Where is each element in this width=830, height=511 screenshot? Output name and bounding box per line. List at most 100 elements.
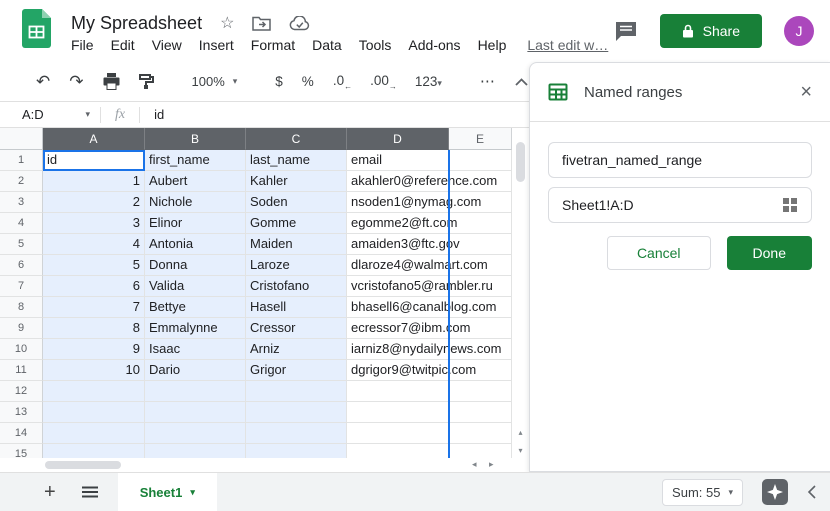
cell-D12[interactable] — [347, 381, 449, 402]
col-header-B[interactable]: B — [145, 128, 246, 150]
horizontal-scrollbar-thumb[interactable] — [45, 461, 121, 469]
row-header-10[interactable]: 10 — [0, 339, 43, 360]
cell-B14[interactable] — [145, 423, 246, 444]
select-data-range-icon[interactable] — [782, 197, 798, 213]
cell-D10[interactable]: iarniz8@nydailynews.com — [347, 339, 449, 360]
vertical-scrollbar-thumb[interactable] — [516, 142, 525, 182]
row-header-15[interactable]: 15 — [0, 444, 43, 458]
cell-E1[interactable] — [449, 150, 512, 171]
cell-D13[interactable] — [347, 402, 449, 423]
chevron-left-icon[interactable] — [807, 485, 816, 499]
row-header-13[interactable]: 13 — [0, 402, 43, 423]
print-icon[interactable] — [103, 73, 120, 90]
add-sheet-icon[interactable]: + — [44, 481, 56, 504]
scroll-right-icon[interactable]: ▸ — [489, 459, 494, 470]
format-currency-button[interactable]: $ — [275, 74, 283, 89]
redo-icon[interactable]: ↷ — [69, 73, 83, 90]
comment-icon[interactable] — [614, 21, 638, 42]
cell-A9[interactable]: 8 — [43, 318, 145, 339]
cell-C9[interactable]: Cressor — [246, 318, 347, 339]
name-box[interactable]: A:D ▾ — [0, 107, 100, 122]
cell-C3[interactable]: Soden — [246, 192, 347, 213]
cell-B6[interactable]: Donna — [145, 255, 246, 276]
menu-tools[interactable]: Tools — [359, 37, 392, 53]
row-header-6[interactable]: 6 — [0, 255, 43, 276]
cell-D11[interactable]: dgrigor9@twitpic.com — [347, 360, 449, 381]
cell-C11[interactable]: Grigor — [246, 360, 347, 381]
cell-D1[interactable]: email — [347, 150, 449, 171]
cell-E12[interactable] — [449, 381, 512, 402]
last-edit-link[interactable]: Last edit w… — [527, 37, 608, 53]
cell-B5[interactable]: Antonia — [145, 234, 246, 255]
cell-C6[interactable]: Laroze — [246, 255, 347, 276]
paint-format-icon[interactable] — [139, 73, 154, 90]
cell-B1[interactable]: first_name — [145, 150, 246, 171]
share-button[interactable]: Share — [660, 14, 762, 48]
cell-C5[interactable]: Maiden — [246, 234, 347, 255]
cell-B12[interactable] — [145, 381, 246, 402]
cell-D4[interactable]: egomme2@ft.com — [347, 213, 449, 234]
range-ref-input[interactable]: Sheet1!A:D — [548, 187, 812, 223]
row-header-11[interactable]: 11 — [0, 360, 43, 381]
cell-B4[interactable]: Elinor — [145, 213, 246, 234]
cell-B15[interactable] — [145, 444, 246, 458]
cell-C13[interactable] — [246, 402, 347, 423]
done-button[interactable]: Done — [727, 236, 812, 270]
cell-A10[interactable]: 9 — [43, 339, 145, 360]
explore-icon[interactable] — [762, 479, 788, 505]
cell-A1[interactable]: id — [43, 150, 145, 171]
move-folder-icon[interactable] — [252, 16, 271, 31]
cell-A7[interactable]: 6 — [43, 276, 145, 297]
col-header-C[interactable]: C — [246, 128, 347, 150]
row-header-9[interactable]: 9 — [0, 318, 43, 339]
row-header-1[interactable]: 1 — [0, 150, 43, 171]
cell-A5[interactable]: 4 — [43, 234, 145, 255]
menu-view[interactable]: View — [152, 37, 182, 53]
scroll-up-icon[interactable]: ▴ — [512, 428, 529, 437]
avatar[interactable]: J — [784, 16, 814, 46]
close-icon[interactable]: × — [800, 82, 812, 102]
sum-dropdown[interactable]: Sum: 55 ▾ — [662, 479, 743, 506]
sheet-tab-sheet1[interactable]: Sheet1 ▾ — [118, 473, 217, 511]
cancel-button[interactable]: Cancel — [607, 236, 711, 270]
cell-C2[interactable]: Kahler — [246, 171, 347, 192]
menu-format[interactable]: Format — [251, 37, 295, 53]
vertical-scrollbar[interactable]: ▴ ▾ — [512, 128, 529, 458]
cell-A15[interactable] — [43, 444, 145, 458]
col-header-D[interactable]: D — [347, 128, 449, 150]
cloud-saved-icon[interactable] — [289, 16, 310, 31]
cell-B3[interactable]: Nichole — [145, 192, 246, 213]
cell-B7[interactable]: Valida — [145, 276, 246, 297]
cell-E14[interactable] — [449, 423, 512, 444]
menu-edit[interactable]: Edit — [111, 37, 135, 53]
horizontal-scrollbar[interactable]: ◂ ▸ — [0, 458, 529, 472]
collapse-toolbar-icon[interactable] — [515, 78, 528, 86]
row-header-8[interactable]: 8 — [0, 297, 43, 318]
cell-B2[interactable]: Aubert — [145, 171, 246, 192]
zoom-control[interactable]: 100% ▾ — [192, 74, 238, 89]
range-name-input[interactable]: fivetran_named_range — [548, 142, 812, 178]
cell-B8[interactable]: Bettye — [145, 297, 246, 318]
cell-C15[interactable] — [246, 444, 347, 458]
cell-D2[interactable]: akahler0@reference.com — [347, 171, 449, 192]
cell-B10[interactable]: Isaac — [145, 339, 246, 360]
cell-A4[interactable]: 3 — [43, 213, 145, 234]
menu-help[interactable]: Help — [478, 37, 507, 53]
cell-D9[interactable]: ecressor7@ibm.com — [347, 318, 449, 339]
row-header-14[interactable]: 14 — [0, 423, 43, 444]
cell-C10[interactable]: Arniz — [246, 339, 347, 360]
cell-A6[interactable]: 5 — [43, 255, 145, 276]
row-header-3[interactable]: 3 — [0, 192, 43, 213]
menu-data[interactable]: Data — [312, 37, 342, 53]
format-percent-button[interactable]: % — [302, 74, 314, 89]
cell-C12[interactable] — [246, 381, 347, 402]
cell-C4[interactable]: Gomme — [246, 213, 347, 234]
row-header-2[interactable]: 2 — [0, 171, 43, 192]
cell-E15[interactable] — [449, 444, 512, 458]
select-all-corner[interactable] — [0, 128, 43, 150]
cell-C8[interactable]: Hasell — [246, 297, 347, 318]
cell-D5[interactable]: amaiden3@ftc.gov — [347, 234, 449, 255]
cell-B11[interactable]: Dario — [145, 360, 246, 381]
cell-D14[interactable] — [347, 423, 449, 444]
menu-insert[interactable]: Insert — [199, 37, 234, 53]
